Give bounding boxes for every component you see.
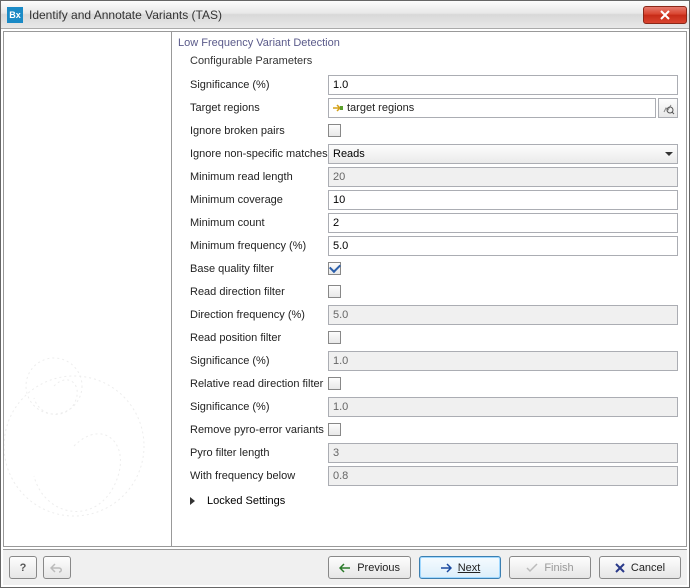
base-quality-label: Base quality filter	[176, 263, 328, 275]
base-quality-checkbox[interactable]	[328, 262, 341, 275]
ignore-broken-checkbox[interactable]	[328, 124, 341, 137]
help-icon: ?	[20, 562, 27, 574]
direction-freq-input	[328, 305, 678, 325]
undo-button[interactable]	[43, 556, 71, 579]
form-area: Significance (%) Target regions target r…	[176, 73, 680, 542]
target-regions-icon	[331, 102, 345, 114]
significance2-input	[328, 351, 678, 371]
significance3-label: Significance (%)	[176, 401, 328, 413]
target-regions-label: Target regions	[176, 102, 328, 114]
section-subtitle: Configurable Parameters	[176, 53, 680, 73]
cancel-button[interactable]: Cancel	[599, 556, 681, 579]
target-regions-field[interactable]: target regions	[328, 98, 656, 118]
arrow-left-icon	[339, 563, 351, 573]
direction-freq-label: Direction frequency (%)	[176, 309, 328, 321]
significance-label: Significance (%)	[176, 79, 328, 91]
arrow-right-icon	[440, 563, 452, 573]
min-read-length-label: Minimum read length	[176, 171, 328, 183]
previous-label: Previous	[357, 562, 400, 574]
locked-settings-label: Locked Settings	[207, 495, 285, 507]
section-title: Low Frequency Variant Detection	[176, 34, 680, 53]
target-regions-value: target regions	[347, 102, 653, 114]
decorative-swirl-icon	[4, 326, 172, 546]
next-label: Next	[458, 562, 481, 574]
ignore-nonspecific-label: Ignore non-specific matches	[176, 148, 328, 160]
with-freq-below-label: With frequency below	[176, 470, 328, 482]
undo-icon	[50, 562, 64, 574]
remove-pyro-label: Remove pyro-error variants	[176, 424, 328, 436]
chevron-down-icon	[665, 152, 673, 156]
remove-pyro-checkbox[interactable]	[328, 423, 341, 436]
previous-button[interactable]: Previous	[328, 556, 411, 579]
min-count-label: Minimum count	[176, 217, 328, 229]
app-icon: Bx	[7, 7, 23, 23]
next-button[interactable]: Next	[419, 556, 501, 579]
help-button[interactable]: ?	[9, 556, 37, 579]
significance3-input	[328, 397, 678, 417]
min-coverage-label: Minimum coverage	[176, 194, 328, 206]
close-icon	[660, 10, 670, 20]
close-button[interactable]	[643, 6, 687, 24]
finish-button[interactable]: Finish	[509, 556, 591, 579]
min-coverage-input[interactable]	[328, 190, 678, 210]
min-frequency-label: Minimum frequency (%)	[176, 240, 328, 252]
min-count-input[interactable]	[328, 213, 678, 233]
footer: ? Previous Next Finish Cancel	[3, 549, 687, 585]
ignore-nonspecific-select[interactable]: Reads	[328, 144, 678, 164]
target-regions-browse-button[interactable]	[658, 98, 678, 118]
main-panel: Low Frequency Variant Detection Configur…	[172, 32, 686, 546]
relative-read-dir-checkbox[interactable]	[328, 377, 341, 390]
read-direction-label: Read direction filter	[176, 286, 328, 298]
cancel-label: Cancel	[631, 562, 665, 574]
read-position-checkbox[interactable]	[328, 331, 341, 344]
read-position-label: Read position filter	[176, 332, 328, 344]
read-direction-checkbox[interactable]	[328, 285, 341, 298]
pyro-length-input	[328, 443, 678, 463]
min-read-length-input	[328, 167, 678, 187]
ignore-nonspecific-value: Reads	[333, 148, 365, 160]
cancel-icon	[615, 563, 625, 573]
dialog-window: Bx Identify and Annotate Variants (TAS) …	[0, 0, 690, 588]
wizard-sidebar	[4, 32, 172, 546]
content-area: Low Frequency Variant Detection Configur…	[3, 31, 687, 547]
pyro-length-label: Pyro filter length	[176, 447, 328, 459]
significance2-label: Significance (%)	[176, 355, 328, 367]
with-freq-below-input	[328, 466, 678, 486]
window-title: Identify and Annotate Variants (TAS)	[29, 8, 643, 22]
min-frequency-input[interactable]	[328, 236, 678, 256]
finish-label: Finish	[544, 562, 573, 574]
locked-settings-toggle[interactable]: Locked Settings	[176, 487, 680, 511]
titlebar: Bx Identify and Annotate Variants (TAS)	[1, 1, 689, 29]
browse-icon	[661, 101, 675, 115]
check-icon	[526, 563, 538, 573]
ignore-broken-label: Ignore broken pairs	[176, 125, 328, 137]
relative-read-dir-label: Relative read direction filter	[176, 378, 328, 390]
chevron-right-icon	[190, 497, 195, 505]
significance-input[interactable]	[328, 75, 678, 95]
